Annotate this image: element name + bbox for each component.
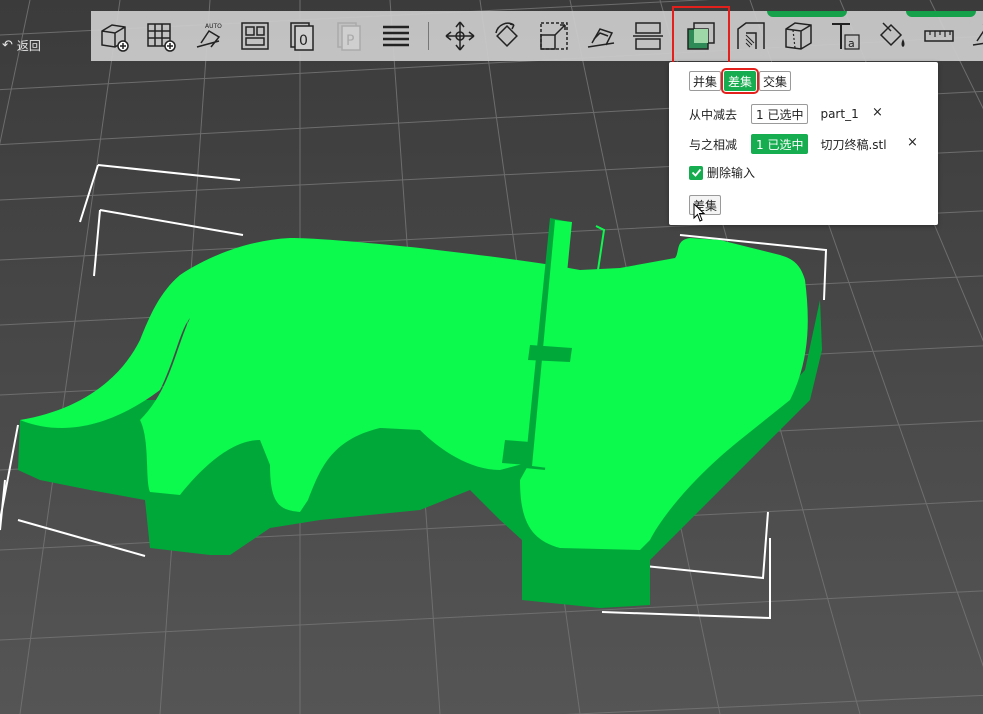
subtract-with-select-button[interactable]: 1 已选中	[751, 134, 809, 154]
clear-subtract-with-icon[interactable]: ×	[907, 135, 918, 150]
top-status-pill-right	[906, 11, 976, 17]
assembly-icon	[972, 24, 983, 46]
clear-subtract-from-icon[interactable]: ×	[872, 105, 883, 120]
tab-difference[interactable]: 差集	[721, 68, 760, 94]
arrange-button[interactable]	[236, 15, 274, 57]
move-icon	[445, 21, 475, 51]
color-paint-icon	[879, 22, 905, 47]
arrange-icon	[241, 22, 269, 50]
toolbar-separator	[428, 22, 429, 50]
cut-icon	[633, 22, 663, 50]
seam-paint-icon	[785, 22, 812, 50]
tab-intersection[interactable]: 交集	[759, 71, 792, 91]
main-toolbar: AUTO 0 P a	[91, 6, 983, 66]
subtract-from-label: 从中减去	[689, 107, 738, 122]
cut-button[interactable]	[629, 15, 667, 57]
boolean-panel: 并集 差集 交集 从中减去 1 已选中 part_1 × 与之相减 1 已选中 …	[669, 62, 938, 225]
add-plate-button[interactable]	[142, 15, 180, 57]
measure-icon	[924, 30, 954, 42]
split-to-parts-button[interactable]: P	[330, 15, 368, 57]
assembly-button[interactable]	[967, 15, 983, 57]
split-to-objects-icon: 0	[290, 22, 314, 51]
text-emboss-icon: a	[832, 23, 860, 50]
scale-button[interactable]	[535, 15, 573, 57]
boolean-mode-tabs: 并集 差集 交集	[689, 68, 792, 94]
subtract-from-select-button[interactable]: 1 已选中	[751, 104, 809, 124]
boolean-button[interactable]	[672, 6, 730, 66]
text-emboss-button[interactable]: a	[826, 15, 864, 57]
layers-icon	[383, 25, 409, 47]
seam-paint-button[interactable]	[779, 15, 817, 57]
top-status-pill-left	[767, 11, 847, 17]
subtract-from-row: 从中减去 1 已选中 part_1	[689, 104, 859, 124]
add-object-icon	[101, 24, 129, 52]
subtract-from-object-name: part_1	[820, 107, 859, 121]
scale-icon	[540, 22, 568, 50]
add-plate-icon	[147, 23, 176, 52]
back-button[interactable]: ↶ 返回	[0, 34, 58, 56]
rotate-button[interactable]	[488, 15, 526, 57]
boolean-icon	[687, 22, 715, 50]
auto-orient-icon: AUTO	[196, 23, 222, 48]
color-paint-button[interactable]	[873, 15, 911, 57]
svg-text:AUTO: AUTO	[205, 23, 222, 30]
delete-input-checkbox[interactable]: 删除输入	[689, 164, 755, 181]
tab-union[interactable]: 并集	[689, 71, 722, 91]
svg-text:P: P	[346, 33, 354, 49]
subtract-with-label: 与之相减	[689, 137, 738, 152]
auto-orient-button[interactable]: AUTO	[189, 15, 227, 57]
support-paint-button[interactable]	[732, 15, 770, 57]
subtract-with-object-name: 切刀终稿.stl	[820, 137, 887, 152]
lay-on-face-button[interactable]	[582, 15, 620, 57]
split-to-objects-button[interactable]: 0	[283, 15, 321, 57]
add-object-button[interactable]	[95, 15, 133, 57]
rotate-icon	[495, 22, 518, 47]
svg-text:0: 0	[299, 33, 308, 49]
measure-button[interactable]	[920, 15, 958, 57]
mouse-cursor-icon	[693, 203, 706, 222]
back-button-label: 返回	[16, 38, 41, 53]
move-button[interactable]	[441, 15, 479, 57]
layers-button[interactable]	[377, 15, 415, 57]
split-to-parts-icon: P	[337, 22, 361, 51]
lay-on-face-icon	[587, 28, 615, 48]
svg-text:a: a	[848, 37, 855, 50]
undo-arrow-icon: ↶	[2, 37, 13, 53]
delete-input-label: 删除输入	[707, 166, 756, 180]
checkbox-checked-icon	[689, 165, 703, 180]
subtract-with-row: 与之相减 1 已选中 切刀终稿.stl	[689, 134, 887, 154]
support-paint-icon	[737, 22, 765, 49]
